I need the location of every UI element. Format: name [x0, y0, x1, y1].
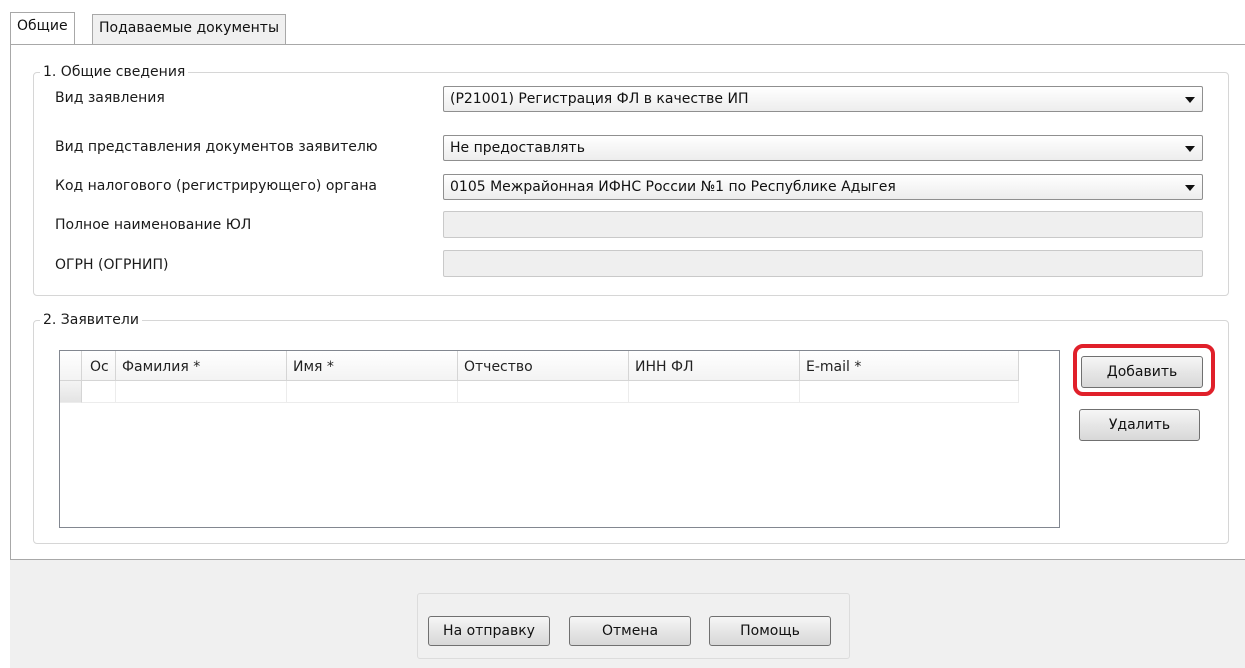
application-type-dropdown[interactable]: (Р21001) Регистрация ФЛ в качестве ИП	[443, 86, 1203, 112]
help-button[interactable]: Помощь	[709, 616, 831, 646]
ogrn-field	[443, 250, 1203, 277]
row-selector[interactable]	[60, 381, 82, 403]
send-button[interactable]: На отправку	[428, 616, 550, 646]
table-header: Ос Фамилия * Имя * Отчество ИНН ФЛ E-mai…	[60, 351, 1019, 381]
tax-authority-value: 0105 Межрайонная ИФНС России №1 по Респу…	[450, 179, 896, 195]
table-cell[interactable]	[800, 381, 1019, 403]
chevron-down-icon	[1185, 97, 1195, 103]
legal-entity-name-label: Полное наименование ЮЛ	[55, 217, 252, 233]
tax-authority-label: Код налогового (регистрирующего) органа	[55, 178, 377, 194]
row-selector-header	[60, 351, 82, 381]
ogrn-label: ОГРН (ОГРНИП)	[55, 257, 169, 273]
table-cell[interactable]	[458, 381, 629, 403]
column-header[interactable]: Имя *	[287, 351, 458, 381]
table-cell[interactable]	[287, 381, 458, 403]
tab-submitted-documents[interactable]: Подаваемые документы	[92, 14, 286, 44]
legal-entity-name-field	[443, 211, 1203, 238]
tab-general[interactable]: Общие	[10, 12, 75, 44]
general-info-legend: 1. Общие сведения	[43, 64, 186, 80]
cancel-button[interactable]: Отмена	[569, 616, 691, 646]
column-header[interactable]: Ос	[82, 351, 116, 381]
chevron-down-icon	[1185, 185, 1195, 191]
table-cell[interactable]	[629, 381, 800, 403]
document-delivery-label: Вид представления документов заявителю	[55, 139, 378, 155]
table-cell[interactable]	[82, 381, 116, 403]
applicants-legend: 2. Заявители	[43, 312, 139, 328]
application-type-label: Вид заявления	[55, 90, 165, 106]
document-delivery-value: Не предоставлять	[450, 140, 585, 156]
table-row[interactable]	[60, 381, 1019, 403]
table-cell[interactable]	[116, 381, 287, 403]
column-header[interactable]: Отчество	[458, 351, 629, 381]
application-type-value: (Р21001) Регистрация ФЛ в качестве ИП	[450, 91, 749, 107]
tax-authority-dropdown[interactable]: 0105 Межрайонная ИФНС России №1 по Респу…	[443, 174, 1203, 200]
delete-button[interactable]: Удалить	[1079, 409, 1200, 441]
applicants-table[interactable]: Ос Фамилия * Имя * Отчество ИНН ФЛ E-mai…	[59, 350, 1060, 528]
highlight-annotation	[1073, 344, 1215, 396]
column-header[interactable]: Фамилия *	[116, 351, 287, 381]
chevron-down-icon	[1185, 146, 1195, 152]
column-header[interactable]: E-mail *	[800, 351, 1019, 381]
document-delivery-dropdown[interactable]: Не предоставлять	[443, 135, 1203, 161]
column-header[interactable]: ИНН ФЛ	[629, 351, 800, 381]
